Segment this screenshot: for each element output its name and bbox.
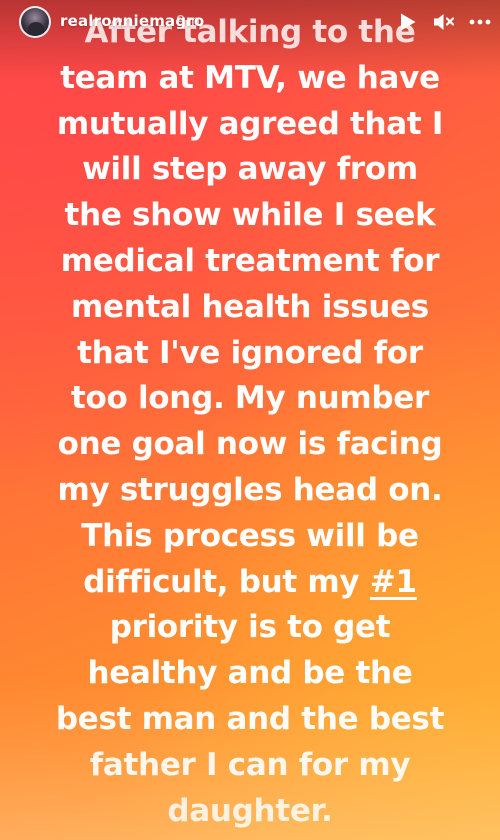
more-icon (469, 19, 491, 25)
hashtag-link[interactable]: #1 (370, 564, 417, 600)
caption-line: healthy and be the (87, 655, 413, 692)
caption-line: that I've ignored for (77, 334, 423, 371)
caption-line: medical treatment for (60, 242, 440, 279)
caption-line: one goal now is facing (57, 426, 443, 463)
more-options-button[interactable] (468, 10, 492, 34)
caption-line: will step away from (82, 151, 418, 188)
caption-line-text: difficult, but my (83, 563, 370, 600)
story-caption: After talking to the team at MTV, we hav… (20, 10, 480, 834)
caption-line: mutually agreed that I (56, 105, 444, 142)
mute-button[interactable] (432, 10, 456, 34)
caption-line: my struggles head on. (57, 471, 443, 508)
caption-line: team at MTV, we have (60, 59, 440, 96)
caption-line: the show while I seek (64, 197, 436, 234)
caption-line-with-hashtag: difficult, but my #1 (20, 560, 480, 606)
caption-line: best man and the best (55, 700, 445, 737)
caption-line: daughter. (167, 792, 333, 829)
play-button[interactable] (396, 10, 420, 34)
story-header: realronniemagro 9m (0, 0, 500, 44)
caption-line: mental health issues (71, 288, 429, 325)
caption-line: This process will be (81, 517, 419, 554)
avatar[interactable] (19, 6, 51, 38)
caption-line: too long. My number (70, 380, 430, 417)
story-viewer[interactable]: After talking to the team at MTV, we hav… (0, 0, 500, 840)
caption-line: priority is to get (109, 609, 391, 646)
caption-line: father I can for my (89, 746, 411, 783)
play-icon (399, 12, 417, 32)
mute-icon (432, 11, 456, 33)
story-controls (396, 8, 492, 36)
timestamp: 9m (176, 12, 201, 30)
